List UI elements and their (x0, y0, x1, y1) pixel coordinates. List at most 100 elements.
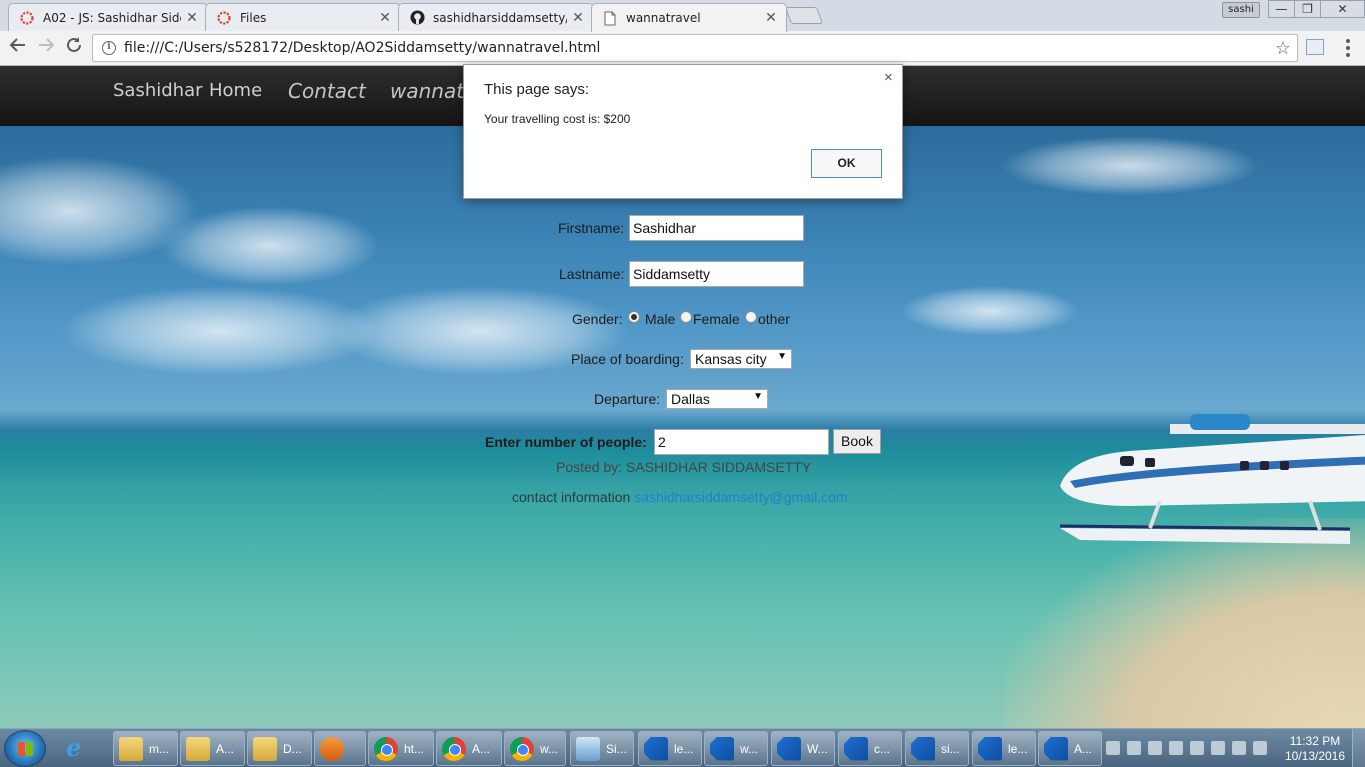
firstname-input[interactable] (629, 215, 804, 241)
tray-devices-icon[interactable] (1190, 741, 1204, 755)
taskbar-item[interactable] (314, 731, 366, 766)
posted-by-text: Posted by: SASHIDHAR SIDDAMSETTY (556, 459, 812, 475)
tray-battery-icon[interactable] (1211, 741, 1225, 755)
window-close-button[interactable]: ✕ (1320, 0, 1365, 18)
tray-volume-icon[interactable] (1232, 741, 1246, 755)
tab-close-icon[interactable]: ✕ (571, 10, 585, 26)
site-brand-link[interactable]: Sashidhar (113, 80, 203, 101)
back-button[interactable] (6, 36, 30, 60)
virtualbox-icon (576, 736, 600, 761)
boarding-select[interactable]: Kansas city ▼ (690, 349, 792, 369)
taskbar-item[interactable]: A... (1038, 731, 1102, 766)
taskbar-item-label: A... (216, 741, 235, 756)
taskbar-item[interactable]: ht... (368, 731, 434, 766)
taskbar-item-label: w... (740, 741, 759, 756)
nav-home-link[interactable]: Home (209, 80, 262, 101)
taskbar-item[interactable]: le... (972, 731, 1036, 766)
visual-studio-icon (644, 736, 668, 761)
dialog-close-icon[interactable]: × (884, 69, 893, 86)
reload-button[interactable] (62, 36, 86, 60)
address-bar[interactable]: i file:///C:/Users/s528172/Desktop/AO2Si… (92, 34, 1298, 62)
restore-button[interactable]: ❐ (1294, 0, 1321, 18)
taskbar-item[interactable]: w... (504, 731, 566, 766)
chrome-icon (442, 736, 466, 761)
taskbar-item-label: c... (874, 741, 891, 756)
people-input[interactable] (654, 429, 829, 455)
clock-time: 11:32 PM (1289, 734, 1341, 748)
taskbar-item-label: W... (807, 741, 828, 756)
tray-security-icon[interactable] (1169, 741, 1183, 755)
minimize-button[interactable]: — (1268, 0, 1295, 18)
tab-close-icon[interactable]: ✕ (185, 10, 199, 26)
taskbar-item[interactable]: le... (638, 731, 702, 766)
url-text[interactable]: file:///C:/Users/s528172/Desktop/AO2Sidd… (124, 40, 1275, 56)
nav-wannatravel-link[interactable]: wannatr (390, 79, 472, 103)
chrome-menu-icon[interactable] (1338, 38, 1358, 58)
contact-email-link[interactable]: sashidharsiddamsetty@gmail.com (634, 489, 847, 505)
forward-button[interactable] (34, 36, 58, 60)
profile-button[interactable]: sashi (1222, 2, 1260, 18)
extension-icon[interactable] (1306, 39, 1324, 55)
dialog-ok-button[interactable]: OK (811, 149, 882, 178)
lastname-label: Lastname: (559, 266, 625, 282)
taskbar-item[interactable]: si... (905, 731, 969, 766)
taskbar-item[interactable]: D... (247, 731, 312, 766)
media-player-icon (320, 736, 344, 761)
taskbar-item-label: le... (674, 741, 694, 756)
tab-close-icon[interactable]: ✕ (378, 10, 392, 26)
taskbar-item[interactable]: A... (180, 731, 245, 766)
taskbar-item[interactable]: w... (704, 731, 768, 766)
taskbar-item[interactable]: m... (113, 731, 178, 766)
nav-contact-link[interactable]: Contact (288, 79, 366, 103)
tab-title: Files (240, 10, 267, 25)
start-button[interactable] (4, 730, 46, 767)
people-label: Enter number of people: (485, 434, 647, 450)
tab-close-icon[interactable]: ✕ (764, 10, 778, 26)
background-cloud (900, 286, 1080, 336)
departure-selected-value: Dallas (671, 391, 710, 407)
visual-studio-icon (710, 736, 734, 761)
gender-label: Gender: (572, 311, 623, 327)
gender-female-radio[interactable] (680, 311, 692, 323)
gender-male-radio[interactable] (628, 311, 640, 323)
gender-female-label: Female (693, 311, 740, 327)
visual-studio-icon (844, 736, 868, 761)
book-button[interactable]: Book (833, 429, 881, 454)
tab-files[interactable]: Files ✕ (205, 3, 401, 31)
taskbar-item[interactable]: Si... (570, 731, 634, 766)
visual-studio-icon (978, 736, 1002, 761)
contact-label: contact information (512, 489, 631, 505)
tab-a02-js[interactable]: A02 - JS: Sashidhar Sidda ✕ (8, 3, 208, 31)
info-icon[interactable]: i (102, 41, 116, 55)
tray-network-icon[interactable] (1253, 741, 1267, 755)
seaplane-image (1059, 414, 1365, 544)
tab-wannatravel[interactable]: wannatravel ✕ (591, 3, 787, 32)
visual-studio-icon (777, 736, 801, 761)
departure-select[interactable]: Dallas ▼ (666, 389, 768, 409)
internet-explorer-icon[interactable]: e (66, 733, 81, 762)
show-desktop-button[interactable] (1352, 729, 1365, 767)
tray-cloud-icon[interactable] (1148, 741, 1162, 755)
alert-dialog: This page says: × Your travelling cost i… (463, 64, 903, 199)
bookmark-star-icon[interactable]: ☆ (1275, 38, 1291, 59)
gender-male-label: Male (645, 311, 676, 327)
system-tray (1106, 733, 1281, 763)
boarding-label: Place of boarding: (571, 351, 684, 367)
lastname-input[interactable] (629, 261, 804, 287)
reload-icon (67, 37, 81, 52)
folder-icon (186, 736, 210, 761)
browser-tabstrip: A02 - JS: Sashidhar Sidda ✕ Files ✕ sash… (0, 0, 1365, 32)
taskbar-item[interactable]: c... (838, 731, 902, 766)
taskbar-item[interactable]: W... (771, 731, 835, 766)
taskbar-item-label: D... (283, 741, 302, 756)
tray-app-icon[interactable] (1106, 741, 1120, 755)
tray-display-icon[interactable] (1127, 741, 1141, 755)
chrome-icon (374, 736, 398, 761)
dropdown-arrow-icon: ▼ (777, 351, 787, 362)
tab-github[interactable]: sashidharsiddamsetty/AC ✕ (398, 3, 594, 31)
gender-other-radio[interactable] (745, 311, 757, 323)
background-cloud (1000, 136, 1260, 196)
new-tab-button[interactable] (784, 7, 824, 24)
taskbar-clock[interactable]: 11:32 PM 10/13/2016 (1283, 734, 1347, 764)
taskbar-item[interactable]: A... (436, 731, 502, 766)
